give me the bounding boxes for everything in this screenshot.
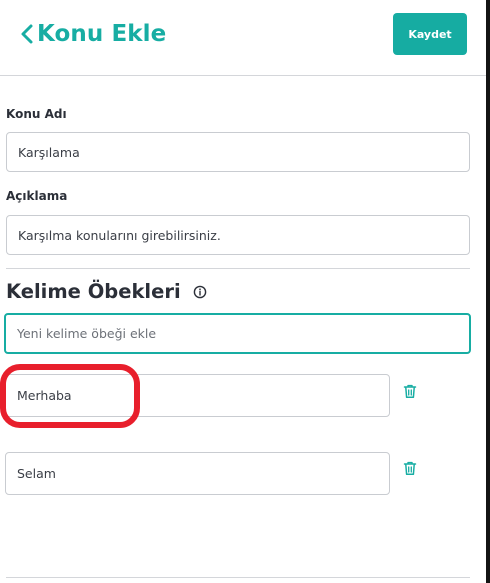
window-edge	[486, 0, 490, 583]
topic-name-input[interactable]	[6, 132, 470, 172]
description-label: Açıklama	[6, 189, 68, 203]
bottom-divider	[6, 577, 470, 578]
phrases-section-title: Kelime Öbekleri	[6, 279, 207, 305]
topic-name-label: Konu Adı	[6, 107, 67, 121]
save-button[interactable]: Kaydet	[393, 13, 467, 55]
phrases-title: Kelime Öbekleri	[6, 280, 181, 303]
trash-icon[interactable]	[403, 384, 417, 403]
page-title: Konu Ekle	[37, 21, 167, 47]
info-icon[interactable]	[193, 285, 207, 299]
phrase-input-selam[interactable]	[5, 452, 390, 495]
page-header: Konu Ekle Kaydet	[0, 0, 486, 76]
chevron-left-icon	[20, 20, 34, 48]
description-input[interactable]	[6, 215, 470, 255]
section-divider	[6, 268, 470, 269]
new-phrase-input[interactable]	[4, 313, 471, 354]
trash-icon[interactable]	[403, 461, 417, 480]
phrase-input-merhaba[interactable]	[5, 374, 390, 417]
back-button[interactable]: Konu Ekle	[20, 20, 166, 48]
